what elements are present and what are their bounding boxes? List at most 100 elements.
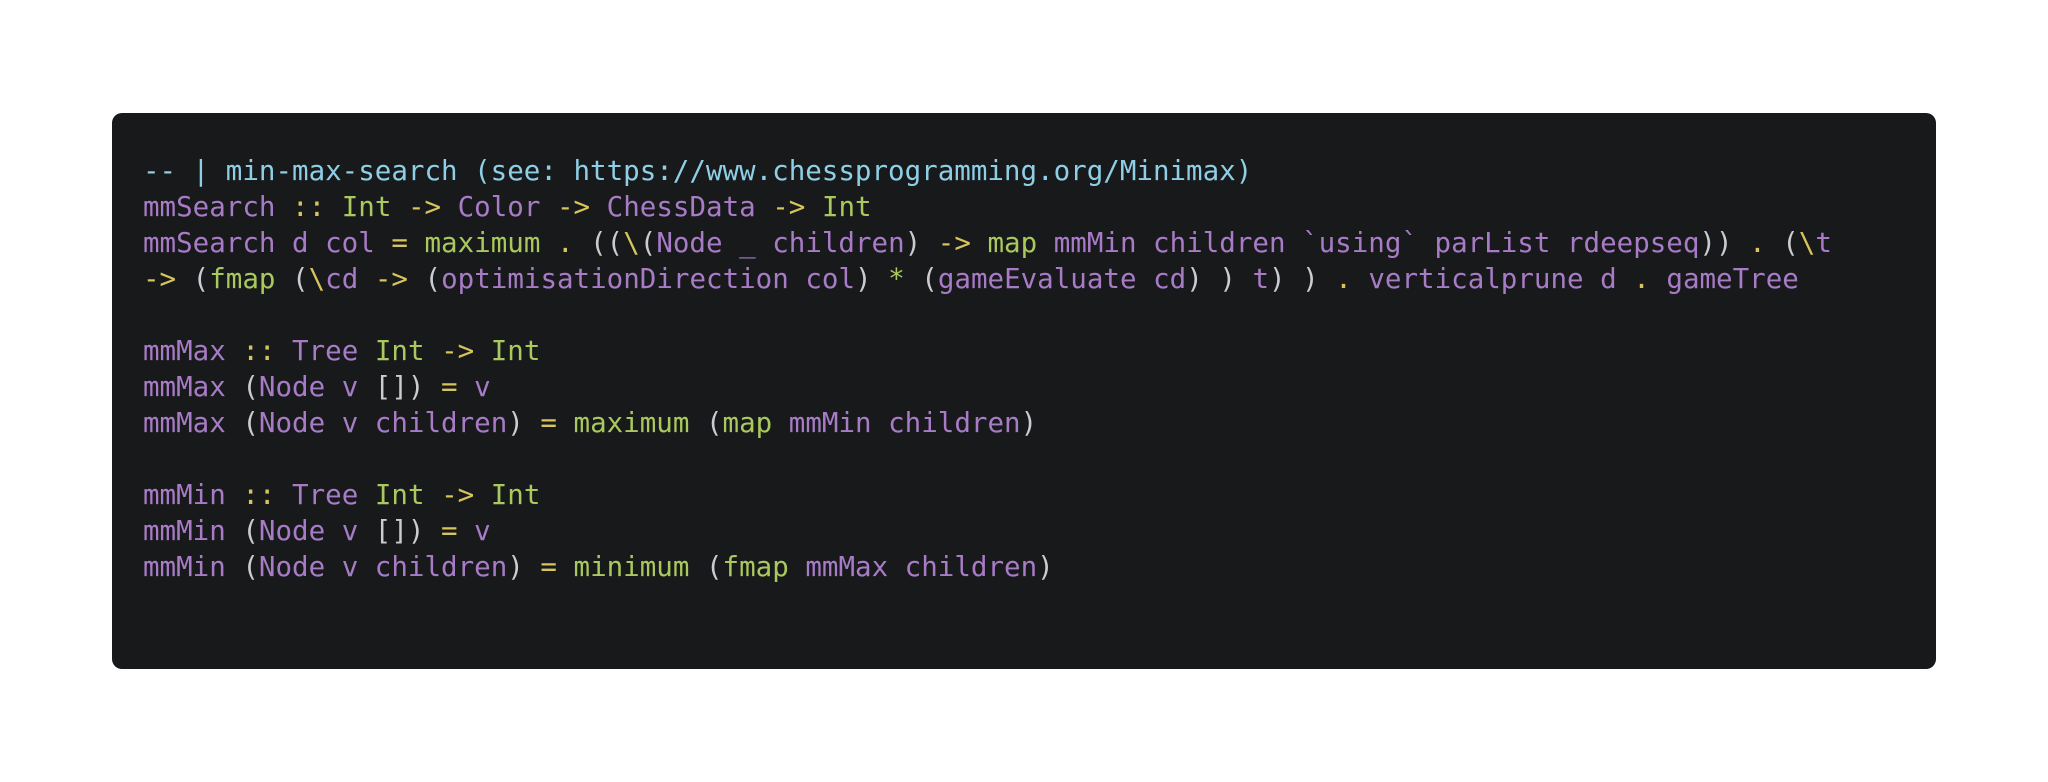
- code-token: (: [407, 263, 442, 295]
- code-token: (: [639, 227, 657, 259]
- code-token: (: [275, 263, 309, 295]
- code-token: fmap: [209, 263, 276, 295]
- code-token: mmMax: [143, 407, 243, 439]
- code-token: fmap: [722, 551, 789, 583]
- code-token: =: [441, 515, 458, 547]
- code-token: .: [1335, 263, 1352, 295]
- code-token: optimisationDirection col: [441, 263, 856, 295]
- code-token: Tree: [292, 335, 359, 367]
- code-line-6: mmMax :: Tree Int -> Int: [143, 333, 1905, 369]
- code-token: .: [1749, 227, 1766, 259]
- code-token: cd: [325, 263, 359, 295]
- code-token: v: [474, 515, 491, 547]
- code-line-4: -> (fmap (\cd -> (optimisationDirection …: [143, 261, 1905, 297]
- code-token: )): [1699, 227, 1750, 259]
- code-token: maximum: [573, 407, 690, 439]
- code-token: Node v: [258, 371, 359, 403]
- code-token: mmSearch d col: [143, 227, 392, 259]
- code-token: Node v children: [258, 407, 508, 439]
- code-token: gameTree: [1666, 263, 1799, 295]
- code-line-7: mmMax (Node v []) = v: [143, 369, 1905, 405]
- code-token: (: [176, 263, 210, 295]
- code-token: mmMax: [143, 335, 243, 367]
- code-token: (: [689, 551, 723, 583]
- code-token: Node v children: [258, 551, 508, 583]
- code-token: .: [556, 227, 574, 259]
- code-token: ->: [407, 191, 442, 223]
- code-line-3: mmSearch d col = maximum . ((\(Node _ ch…: [143, 225, 1905, 261]
- code-token: Color: [457, 191, 541, 223]
- code-token: \: [1798, 227, 1816, 259]
- code-token: Int: [341, 191, 392, 223]
- code-token: mmMin: [143, 551, 243, 583]
- code-token: =: [441, 371, 458, 403]
- code-token: ): [904, 227, 938, 259]
- code-token: (: [904, 263, 938, 295]
- code-token: =: [391, 227, 408, 259]
- code-token: ->: [937, 227, 971, 259]
- code-token: Node v: [258, 515, 359, 547]
- code-token: ::: [292, 191, 326, 223]
- code-token: ->: [441, 335, 475, 367]
- code-token: mmMin: [143, 515, 243, 547]
- code-token: minimum: [573, 551, 690, 583]
- code-token: ChessData: [606, 191, 756, 223]
- code-token: ): [855, 263, 889, 295]
- code-token: .: [1633, 263, 1650, 295]
- code-token: map: [722, 407, 773, 439]
- code-token: gameEvaluate cd: [937, 263, 1187, 295]
- code-token: ): [1020, 407, 1038, 439]
- code-line-2: mmSearch :: Int -> Color -> ChessData ->…: [143, 189, 1905, 225]
- code-token: ) ): [1186, 263, 1253, 295]
- code-token: ) ): [1269, 263, 1336, 295]
- code-token: Int: [374, 335, 425, 367]
- code-token: (: [689, 407, 723, 439]
- code-token: =: [540, 551, 557, 583]
- code-token: \: [623, 227, 640, 259]
- code-token: (: [242, 407, 259, 439]
- code-token: *: [888, 263, 905, 295]
- code-token: maximum: [424, 227, 541, 259]
- code-line-12: mmMin (Node v children) = minimum (fmap …: [143, 549, 1905, 585]
- code-token: t: [1815, 227, 1832, 259]
- code-token: ::: [242, 479, 276, 511]
- code-token: -- | min-max-search (see: https://www.ch…: [143, 155, 1253, 187]
- code-token: ): [507, 407, 541, 439]
- code-token: ): [1037, 551, 1054, 583]
- code-line-10: mmMin :: Tree Int -> Int: [143, 477, 1905, 513]
- code-token: ::: [242, 335, 276, 367]
- code-token: Int: [490, 479, 541, 511]
- code-token: \: [308, 263, 326, 295]
- code-token: mmMin children: [788, 407, 1021, 439]
- code-token: (: [242, 371, 259, 403]
- code-token: Int: [821, 191, 872, 223]
- code-token: (: [242, 551, 259, 583]
- code-token: []): [358, 371, 442, 403]
- code-token: mmMin: [143, 479, 243, 511]
- code-token: t: [1252, 263, 1269, 295]
- code-line-8: mmMax (Node v children) = maximum (map m…: [143, 405, 1905, 441]
- code-token: ->: [374, 263, 408, 295]
